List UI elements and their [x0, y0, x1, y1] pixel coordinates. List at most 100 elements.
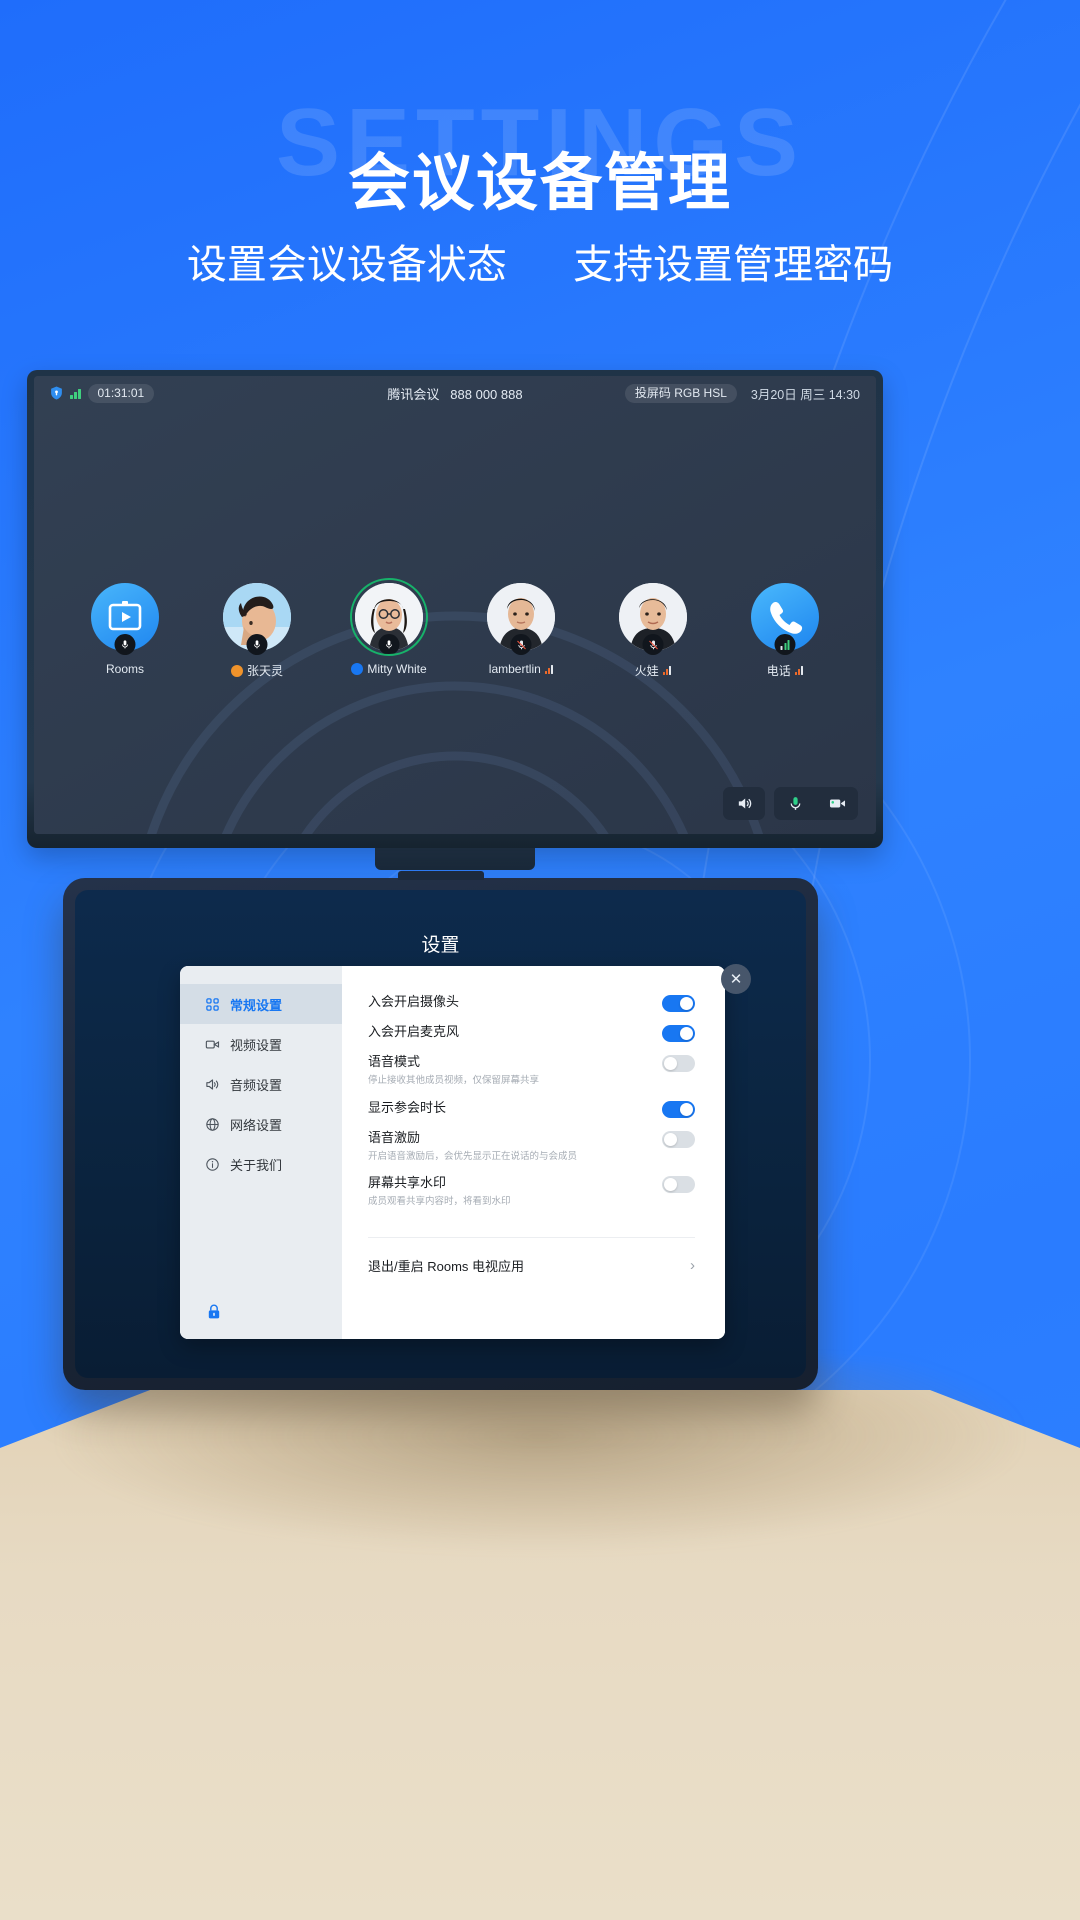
tv-bezel: 01:31:01 腾讯会议 888 000 888 投屏码 RGB HSL 3月…	[27, 370, 883, 848]
mic-on-icon	[246, 634, 268, 655]
participant-huowa[interactable]: 火娃	[607, 583, 699, 679]
chevron-right-icon: ›	[690, 1256, 695, 1274]
speaker-button[interactable]	[723, 787, 765, 820]
sidebar-item-video[interactable]: 视频设置	[180, 1024, 342, 1064]
participant-list: Rooms 张天灵 Mitty White lambertlin 火娃 电话	[34, 578, 876, 679]
participant-name-text: lambertlin	[488, 662, 541, 676]
lock-icon[interactable]	[206, 1303, 222, 1321]
mic-on-icon	[114, 634, 136, 655]
avatar	[91, 583, 159, 655]
setting-row-show-duration[interactable]: 显示参会时长	[368, 1094, 695, 1124]
toggle-screenshare-watermark[interactable]	[662, 1176, 695, 1194]
avatar	[619, 583, 687, 655]
participant-lambertlin[interactable]: lambertlin	[475, 583, 567, 679]
meeting-timer: 01:31:01	[87, 383, 155, 403]
close-dialog-button[interactable]: ✕	[721, 964, 751, 994]
microphone-button[interactable]	[774, 787, 816, 820]
setting-row-mic-on-join[interactable]: 入会开启麦克风	[368, 1018, 695, 1048]
cast-code: 投屏码 RGB HSL	[624, 383, 737, 403]
setting-label: 入会开启摄像头	[368, 994, 460, 1009]
datetime-label: 3月20日 周三 14:30	[750, 387, 860, 402]
participant-name: Mitty White	[343, 662, 435, 676]
page-subtitle: 设置会议设备状态 支持设置管理密码	[0, 232, 1080, 290]
participant-name-text: 张天灵	[246, 664, 283, 678]
tv-stand	[375, 848, 535, 870]
tv-status-bar: 01:31:01 腾讯会议 888 000 888 投屏码 RGB HSL 3月…	[34, 376, 876, 410]
sidebar-item-general[interactable]: 常规设置	[180, 984, 342, 1024]
toggle-mic-on-join[interactable]	[662, 1025, 695, 1042]
participant-name: lambertlin	[475, 662, 567, 676]
participant-name-text: Rooms	[105, 662, 144, 676]
avatar-image	[355, 583, 423, 651]
toggle-camera-on-join[interactable]	[662, 995, 695, 1012]
mic-on-icon	[378, 634, 400, 655]
setting-row-camera-on-join[interactable]: 入会开启摄像头	[368, 988, 695, 1018]
avatar	[751, 583, 819, 655]
camera-icon	[829, 799, 845, 808]
globe-icon	[204, 1116, 220, 1132]
setting-description: 成员观看共享内容时，将看到水印	[368, 1196, 511, 1208]
status-left-group: 01:31:01	[50, 383, 155, 403]
av-control-group	[774, 787, 858, 820]
participant-zhangtianling[interactable]: 张天灵	[211, 583, 303, 679]
participant-name: 张天灵	[211, 662, 303, 679]
settings-dialog: 常规设置 视频设置 音频设置 网络设置 关于我们 入会开启摄像头 入会开启麦克风…	[180, 966, 725, 1339]
sidebar-item-label: 视频设置	[230, 1037, 283, 1053]
camera-button[interactable]	[816, 787, 858, 820]
video-icon	[204, 1036, 220, 1052]
tablet-notch	[397, 871, 484, 880]
signal-bars-icon	[70, 387, 81, 399]
toggle-voice-activation[interactable]	[662, 1130, 695, 1148]
setting-label: 显示参会时长	[368, 1099, 447, 1115]
microphone-icon	[790, 797, 800, 810]
sidebar-item-audio[interactable]: 音频设置	[180, 1064, 342, 1104]
settings-sidebar: 常规设置 视频设置 音频设置 网络设置 关于我们	[180, 966, 342, 1339]
participant-rooms[interactable]: Rooms	[79, 583, 171, 679]
setting-label: 语音激励	[368, 1129, 421, 1145]
participant-name: 电话	[739, 662, 831, 679]
sidebar-item-network[interactable]: 网络设置	[180, 1104, 342, 1144]
meeting-title: 腾讯会议	[387, 386, 440, 402]
sidebar-item-about[interactable]: 关于我们	[180, 1144, 342, 1184]
signal-strength-icon	[794, 666, 804, 675]
page-title: 会议设备管理	[347, 149, 732, 218]
meeting-id: 888 000 888	[450, 386, 523, 402]
audio-icon	[204, 1076, 220, 1092]
sidebar-item-label: 网络设置	[230, 1117, 283, 1133]
signal-strength-icon	[662, 666, 672, 675]
mic-off-icon	[510, 634, 532, 655]
setting-description: 开启语音激励后，会优先显示正在说话的与会成员	[368, 1150, 578, 1162]
participant-name: 火娃	[607, 662, 699, 679]
exit-restart-label: 退出/重启 Rooms 电视应用	[368, 1258, 525, 1274]
setting-row-screenshare-watermark[interactable]: 屏幕共享水印 成员观看共享内容时，将看到水印	[368, 1169, 695, 1215]
signal-badge-icon	[774, 634, 796, 655]
tv-screen: 01:31:01 腾讯会议 888 000 888 投屏码 RGB HSL 3月…	[34, 376, 876, 834]
settings-content: 入会开启摄像头 入会开启麦克风 语音模式 停止接收其他成员视频，仅保留屏幕共享	[342, 966, 725, 1339]
setting-row-voice-mode[interactable]: 语音模式 停止接收其他成员视频，仅保留屏幕共享	[368, 1048, 695, 1094]
toggle-show-duration[interactable]	[662, 1100, 695, 1118]
speaker-icon	[738, 798, 751, 809]
tv-device: 01:31:01 腾讯会议 888 000 888 投屏码 RGB HSL 3月…	[27, 370, 883, 870]
participant-name-text: 电话	[766, 664, 791, 678]
participant-name-text: Mitty White	[367, 662, 427, 676]
toggle-voice-mode[interactable]	[662, 1055, 695, 1072]
participant-phone[interactable]: 电话	[739, 583, 831, 679]
info-icon	[204, 1156, 220, 1172]
speaker-control-group	[723, 787, 765, 820]
avatar	[350, 578, 428, 656]
participant-name: Rooms	[79, 662, 171, 676]
settings-screen-title: 设置	[421, 935, 460, 956]
tablet-screen: 设置 常规设置 视频设置 音频设置 网络设置 关于我们 入会开启摄像头 入会开启…	[75, 890, 806, 1378]
setting-label: 屏幕共享水印	[368, 1175, 447, 1191]
avatar	[487, 583, 555, 655]
signal-strength-icon	[544, 664, 554, 674]
tv-control-bar	[723, 787, 858, 820]
subtitle-right: 支持设置管理密码	[573, 243, 894, 287]
subtitle-left: 设置会议设备状态	[186, 243, 507, 287]
setting-label: 语音模式	[368, 1054, 421, 1069]
setting-row-voice-activation[interactable]: 语音激励 开启语音激励后，会优先显示正在说话的与会成员	[368, 1124, 695, 1170]
setting-label: 入会开启麦克风	[368, 1024, 460, 1039]
participant-mitty-white[interactable]: Mitty White	[343, 578, 435, 679]
exit-restart-rooms-button[interactable]: 退出/重启 Rooms 电视应用 ›	[368, 1238, 695, 1275]
host-badge-icon	[230, 664, 243, 677]
